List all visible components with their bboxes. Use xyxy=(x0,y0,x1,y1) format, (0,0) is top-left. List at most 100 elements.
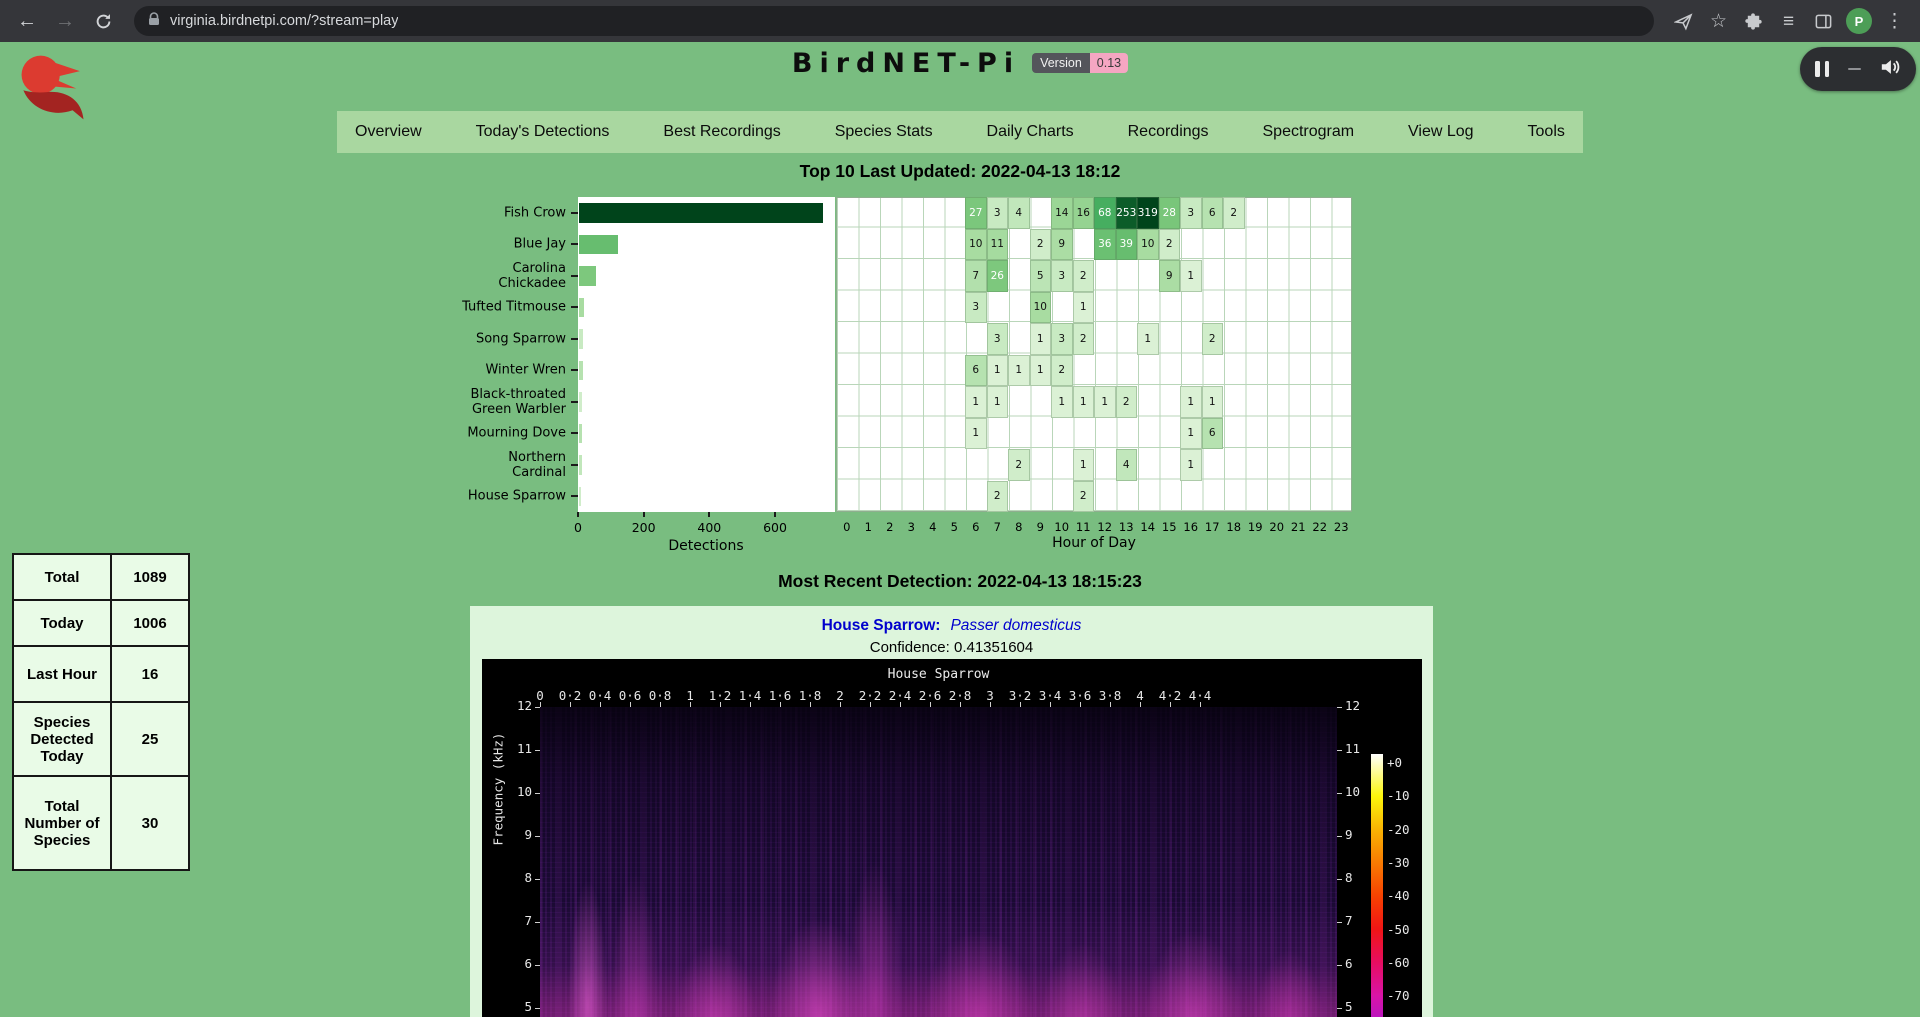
spec-time-label: 0·8 xyxy=(649,689,672,703)
detections-bar xyxy=(579,487,581,507)
heatmap-cell: 2 xyxy=(987,481,1009,513)
heatmap-cell: 10 xyxy=(965,229,987,261)
reload-icon[interactable] xyxy=(86,4,120,38)
spec-time-tick xyxy=(600,702,601,707)
species-label: NorthernCardinal xyxy=(408,450,566,480)
species-common-link[interactable]: House Sparrow: xyxy=(822,617,941,634)
spec-freq-tick xyxy=(1337,965,1342,966)
spec-freq-label-right: 8 xyxy=(1345,871,1353,885)
spec-time-label: 1·4 xyxy=(739,689,762,703)
address-bar[interactable]: virginia.birdnetpi.com/?stream=play xyxy=(134,6,1654,36)
hour-tick-label: 16 xyxy=(1183,520,1198,534)
top10-heading: Top 10 Last Updated: 2022-04-13 18:12 xyxy=(0,161,1920,182)
x-axis-tick-label: 0 xyxy=(574,520,582,535)
url-text[interactable]: virginia.birdnetpi.com/?stream=play xyxy=(170,13,398,29)
hour-tick-label: 9 xyxy=(1037,520,1044,534)
nav-item-best-recordings[interactable]: Best Recordings xyxy=(663,123,780,141)
stat-value-species-detected-today[interactable]: 25 xyxy=(111,702,189,776)
heatmap-cell: 1 xyxy=(1202,386,1224,418)
hour-tick-label: 22 xyxy=(1312,520,1327,534)
pause-icon[interactable] xyxy=(1815,61,1829,77)
extensions-puzzle-icon[interactable] xyxy=(1738,6,1769,37)
spec-time-label: 3·2 xyxy=(1009,689,1032,703)
detections-bar xyxy=(579,392,582,412)
spec-time-tick xyxy=(660,702,661,707)
heatmap-cell: 2 xyxy=(1159,229,1181,261)
hour-axis-title: Hour of Day xyxy=(1052,535,1136,551)
heatmap-cell: 2 xyxy=(1073,481,1095,513)
species-axis-tick xyxy=(571,464,578,466)
stat-value-total-number-of-species[interactable]: 30 xyxy=(111,776,189,870)
spec-freq-tick xyxy=(1337,836,1342,837)
volume-icon[interactable] xyxy=(1879,57,1901,82)
side-panel-icon[interactable] xyxy=(1808,6,1839,37)
species-label: Fish Crow xyxy=(408,205,566,220)
spec-time-label: 1·6 xyxy=(769,689,792,703)
spec-freq-tick xyxy=(1337,707,1342,708)
hour-tick-label: 6 xyxy=(972,520,979,534)
spec-freq-label-left: 11 xyxy=(486,742,532,756)
nav-item-view-log[interactable]: View Log xyxy=(1408,123,1474,141)
back-icon[interactable]: ← xyxy=(10,4,44,38)
stat-value-today[interactable]: 1006 xyxy=(111,600,189,646)
heatmap-cell: 1 xyxy=(1180,386,1202,418)
heatmap-cell: 1 xyxy=(1008,355,1030,387)
species-latin-link[interactable]: Passer domesticus xyxy=(950,617,1081,634)
species-axis-tick xyxy=(571,338,578,340)
spec-freq-label-right: 6 xyxy=(1345,957,1353,971)
spec-freq-tick xyxy=(535,879,540,880)
spec-freq-label-right: 10 xyxy=(1345,785,1360,799)
heatmap-cell: 3 xyxy=(1051,260,1073,292)
nav-item-tools[interactable]: Tools xyxy=(1528,123,1565,141)
forward-icon[interactable]: → xyxy=(48,4,82,38)
hour-tick-label: 11 xyxy=(1076,520,1091,534)
detections-bar xyxy=(579,455,582,475)
nav-item-recordings[interactable]: Recordings xyxy=(1128,123,1209,141)
hour-tick-label: 20 xyxy=(1269,520,1284,534)
spec-time-label: 0·4 xyxy=(589,689,612,703)
spec-freq-tick xyxy=(535,793,540,794)
profile-avatar[interactable]: P xyxy=(1846,8,1872,34)
spec-freq-tick xyxy=(535,707,540,708)
heatmap-cell: 3 xyxy=(1180,197,1202,229)
audio-player[interactable] xyxy=(1800,47,1916,91)
spec-time-tick xyxy=(870,702,871,707)
nav-item-today-s-detections[interactable]: Today's Detections xyxy=(476,123,610,141)
send-to-device-icon[interactable] xyxy=(1668,6,1699,37)
bookmark-star-icon[interactable]: ☆ xyxy=(1703,6,1734,37)
version-badge: Version 0.13 xyxy=(1032,53,1128,73)
heatmap-cell: 10 xyxy=(1030,292,1052,324)
heatmap-cell: 2 xyxy=(1030,229,1052,261)
spec-freq-label-right: 5 xyxy=(1345,1000,1353,1014)
heatmap-cell: 16 xyxy=(1073,197,1095,229)
spec-time-label: 1·2 xyxy=(709,689,732,703)
detection-panel: House Sparrow:Passer domesticus Confiden… xyxy=(470,606,1433,1017)
spec-time-tick xyxy=(720,702,721,707)
species-axis-tick xyxy=(571,243,578,245)
spec-time-label: 0·6 xyxy=(619,689,642,703)
heatmap-cell: 11 xyxy=(987,229,1009,261)
spec-db-label: -50 xyxy=(1387,923,1410,937)
hour-tick-label: 7 xyxy=(994,520,1001,534)
species-label: Winter Wren xyxy=(408,363,566,378)
hour-tick-label: 0 xyxy=(843,520,850,534)
heatmap-cell: 1 xyxy=(987,355,1009,387)
heatmap-cell: 1 xyxy=(1180,260,1202,292)
browser-menu-icon[interactable]: ⋮ xyxy=(1879,6,1910,37)
page-title: BirdNET-Pi xyxy=(792,48,1020,79)
heatmap-cell: 27 xyxy=(965,197,987,229)
stat-value-last-hour: 16 xyxy=(111,646,189,702)
hour-tick-label: 21 xyxy=(1291,520,1306,534)
spec-time-label: 2·8 xyxy=(949,689,972,703)
hour-tick-label: 13 xyxy=(1119,520,1134,534)
species-axis-tick xyxy=(571,212,578,214)
nav-item-species-stats[interactable]: Species Stats xyxy=(835,123,933,141)
reading-list-icon[interactable]: ≡ xyxy=(1773,6,1804,37)
species-label: Mourning Dove xyxy=(408,426,566,441)
title-row: BirdNET-Pi Version 0.13 xyxy=(0,44,1920,82)
detections-bar xyxy=(579,203,823,223)
nav-item-overview[interactable]: Overview xyxy=(355,123,422,141)
nav-item-daily-charts[interactable]: Daily Charts xyxy=(987,123,1074,141)
lock-icon[interactable] xyxy=(148,12,160,31)
nav-item-spectrogram[interactable]: Spectrogram xyxy=(1263,123,1355,141)
